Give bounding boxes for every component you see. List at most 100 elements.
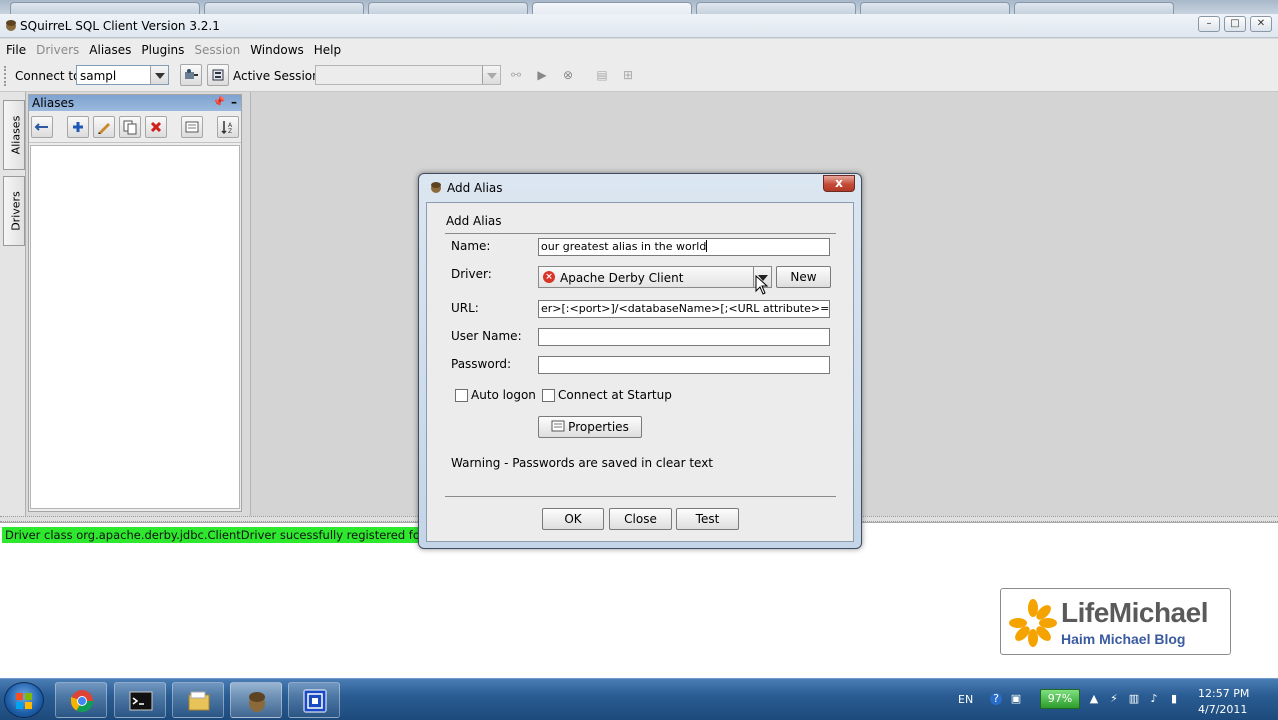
button-divider — [445, 496, 836, 497]
dialog-titlebar[interactable]: Add Alias — [429, 174, 849, 201]
aliases-panel-title: Aliases — [32, 96, 75, 110]
dialog-close-button[interactable]: x — [823, 175, 855, 192]
side-tab-aliases-label: Aliases — [9, 115, 23, 155]
connect-startup-label[interactable]: Connect at Startup — [558, 388, 672, 402]
network-icon[interactable]: ▥ — [1128, 693, 1140, 705]
side-tab-drivers[interactable]: Drivers — [3, 176, 25, 246]
connect-to-combo[interactable]: sampl — [76, 65, 169, 85]
aliases-panel: Aliases 📌 – AZ — [28, 94, 242, 512]
plug-icon: ⚯ — [510, 68, 522, 82]
tree-icon: ⊞ — [622, 68, 634, 82]
password-label: Password: — [451, 357, 512, 371]
url-field[interactable]: er>[:<port>]/<databaseName>[;<URL attrib… — [538, 300, 830, 318]
menu-plugins[interactable]: Plugins — [137, 43, 188, 57]
menubar: File Drivers Aliases Plugins Session Win… — [0, 39, 1278, 60]
browser-tab[interactable] — [368, 2, 528, 14]
delete-alias-button[interactable] — [145, 116, 167, 138]
browser-tab[interactable] — [10, 2, 200, 14]
menu-session[interactable]: Session — [190, 43, 244, 57]
sql-worksheet-button[interactable]: ▤ — [591, 64, 613, 86]
menu-aliases[interactable]: Aliases — [85, 43, 135, 57]
menu-windows[interactable]: Windows — [246, 43, 308, 57]
start-button[interactable] — [4, 682, 44, 718]
run-sql-button[interactable]: ▶ — [531, 64, 553, 86]
properties-button[interactable]: Properties — [538, 416, 642, 438]
auto-logon-label[interactable]: Auto logon — [471, 388, 536, 402]
username-field[interactable] — [538, 328, 830, 346]
test-button[interactable]: Test — [676, 508, 739, 530]
error-icon: × — [543, 271, 555, 283]
volume-icon[interactable]: ♪ — [1148, 693, 1160, 705]
close-button[interactable]: Close — [609, 508, 672, 530]
connect-session-button[interactable]: ⚯ — [505, 64, 527, 86]
keyboard-icon[interactable]: ▣ — [1010, 693, 1022, 705]
ok-button[interactable]: OK — [542, 508, 604, 530]
squirrel-app-icon — [431, 182, 441, 193]
clock-date[interactable]: 4/7/2011 — [1198, 703, 1247, 716]
dialog-title: Add Alias — [447, 181, 503, 195]
menu-file[interactable]: File — [2, 43, 30, 57]
copy-alias-button[interactable] — [119, 116, 141, 138]
stop-icon: ⊗ — [562, 68, 574, 82]
aliases-list[interactable] — [30, 145, 240, 509]
browser-tab[interactable] — [860, 2, 1010, 14]
object-tree-button[interactable]: ⊞ — [617, 64, 639, 86]
mouse-cursor-icon — [755, 275, 769, 295]
properties-button-label: Properties — [568, 420, 629, 434]
toolbar-grip[interactable] — [4, 66, 8, 86]
sort-aliases-button[interactable]: AZ — [217, 116, 239, 138]
browser-tab[interactable] — [696, 2, 856, 14]
show-hidden-icon[interactable]: ▲ — [1088, 693, 1100, 705]
menu-drivers[interactable]: Drivers — [32, 43, 83, 57]
alias-properties-button[interactable] — [181, 116, 203, 138]
help-icon[interactable]: ? — [990, 693, 1002, 705]
text-caret — [706, 240, 708, 252]
browser-tab[interactable] — [204, 2, 364, 14]
taskbar-remote[interactable] — [288, 682, 340, 718]
password-warning: Warning - Passwords are saved in clear t… — [451, 456, 714, 470]
taskbar-chrome[interactable] — [55, 682, 107, 718]
system-tray: EN ? ▣ 97% ▲ ⚡ ▥ ♪ ▮ 12:57 PM 4/7/2011 — [948, 679, 1278, 720]
chevron-down-icon[interactable] — [150, 66, 168, 84]
open-session-button[interactable] — [207, 64, 229, 86]
connect-alias-button[interactable] — [31, 116, 53, 138]
taskbar-squirrel[interactable] — [230, 682, 282, 718]
aliases-panel-header: Aliases 📌 – — [29, 95, 241, 111]
menu-help[interactable]: Help — [310, 43, 345, 57]
aliases-toolbar: AZ — [29, 111, 241, 143]
language-indicator[interactable]: EN — [958, 693, 973, 706]
name-field[interactable]: our greatest alias in the world — [538, 238, 830, 256]
power-icon[interactable]: ⚡ — [1108, 693, 1120, 705]
add-alias-button[interactable] — [67, 116, 89, 138]
new-session-button[interactable] — [180, 64, 202, 86]
driver-combo[interactable]: × Apache Derby Client — [538, 266, 772, 288]
clock-time[interactable]: 12:57 PM — [1198, 687, 1249, 700]
new-driver-button[interactable]: New — [776, 266, 831, 288]
pin-icon[interactable]: 📌 — [213, 95, 225, 111]
browser-tab[interactable] — [532, 2, 692, 14]
side-tab-aliases[interactable]: Aliases — [3, 100, 25, 170]
logo-brand: LifeMichael — [1061, 597, 1208, 628]
username-label: User Name: — [451, 329, 522, 343]
password-field[interactable] — [538, 356, 830, 374]
maximize-button[interactable]: □ — [1224, 16, 1246, 32]
section-title: Add Alias — [446, 214, 502, 228]
stop-sql-button[interactable]: ⊗ — [557, 64, 579, 86]
minimize-button[interactable]: – — [1198, 16, 1220, 32]
edit-alias-button[interactable] — [93, 116, 115, 138]
taskbar-cmd[interactable] — [114, 682, 166, 718]
connect-startup-checkbox[interactable] — [542, 389, 555, 402]
taskbar-explorer[interactable] — [172, 682, 224, 718]
signal-icon[interactable]: ▮ — [1168, 693, 1180, 705]
delete-icon — [150, 121, 162, 133]
windows-taskbar: EN ? ▣ 97% ▲ ⚡ ▥ ♪ ▮ 12:57 PM 4/7/2011 — [0, 678, 1278, 720]
chevron-down-icon[interactable] — [482, 66, 500, 84]
auto-logon-checkbox[interactable] — [455, 389, 468, 402]
minimize-panel-icon[interactable]: – — [231, 94, 237, 110]
battery-indicator[interactable]: 97% — [1040, 689, 1080, 709]
active-session-combo[interactable] — [315, 65, 501, 85]
close-window-button[interactable]: ✕ — [1250, 16, 1272, 32]
database-icon — [212, 69, 224, 81]
lifemichael-logo: LifeMichael Haim Michael Blog — [1000, 588, 1231, 655]
browser-tab[interactable] — [1014, 2, 1174, 14]
